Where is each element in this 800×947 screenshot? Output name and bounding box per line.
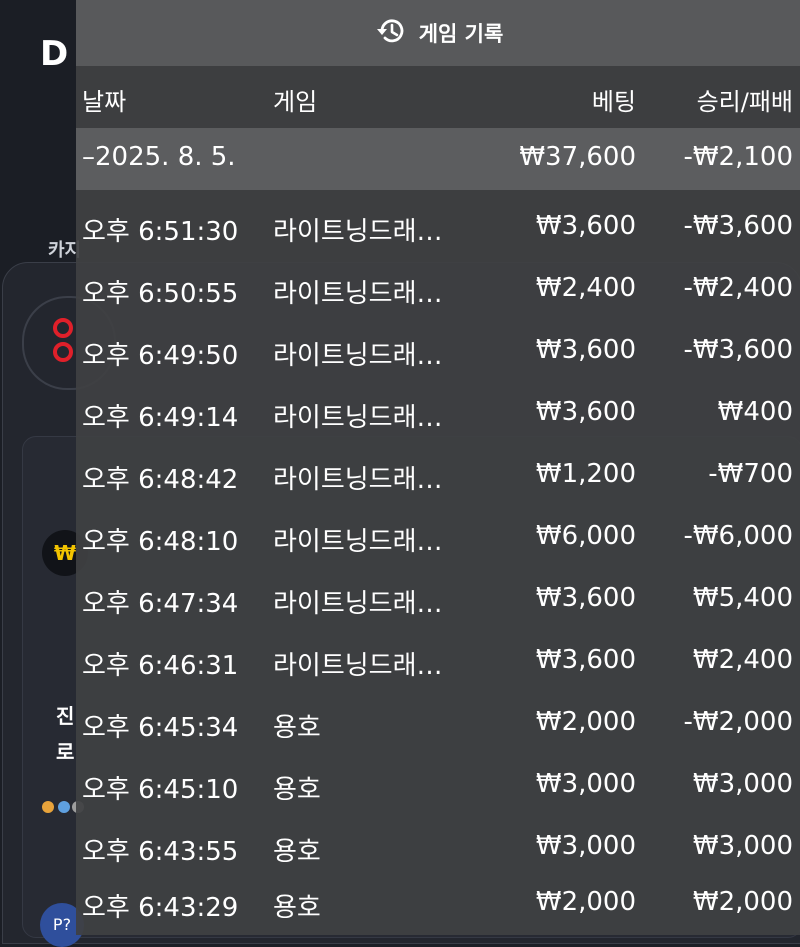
column-header-result: 승리/패배 xyxy=(696,88,793,116)
row-time: 오후 6:45:34 xyxy=(82,713,239,743)
table-row[interactable]: 오후 6:50:55 라이트닝드래… ₩2,400 -₩2,400 xyxy=(76,259,800,321)
row-time: 오후 6:43:55 xyxy=(82,837,239,867)
row-bet: ₩2,400 xyxy=(535,273,636,303)
row-result: ₩2,400 xyxy=(692,645,793,675)
table-row[interactable]: 오후 6:48:10 라이트닝드래… ₩6,000 -₩6,000 xyxy=(76,507,800,569)
row-result: ₩2,000 xyxy=(692,887,793,917)
table-row[interactable]: 오후 6:49:50 라이트닝드래… ₩3,600 -₩3,600 xyxy=(76,321,800,383)
row-time: 오후 6:47:34 xyxy=(82,589,239,619)
panel-title-bar: 게임 기록 xyxy=(76,0,800,66)
column-header-game: 게임 xyxy=(273,88,318,116)
row-bet: ₩3,000 xyxy=(535,769,636,799)
dot-icon xyxy=(42,801,54,813)
table-row[interactable]: 오후 6:47:34 라이트닝드래… ₩3,600 ₩5,400 xyxy=(76,569,800,631)
row-result: ₩400 xyxy=(717,397,793,427)
row-bet: ₩3,600 xyxy=(535,397,636,427)
row-game: 라이트닝드래… xyxy=(273,403,443,433)
row-game: 라이트닝드래… xyxy=(273,527,443,557)
row-game: 용호 xyxy=(273,713,321,743)
column-header-date: 날짜 xyxy=(82,88,127,116)
row-bet: ₩3,600 xyxy=(535,645,636,675)
row-result: ₩3,000 xyxy=(692,831,793,861)
row-game: 라이트닝드래… xyxy=(273,217,443,247)
panel-title: 게임 기록 xyxy=(418,22,504,46)
row-bet: ₩1,200 xyxy=(535,459,636,489)
row-bet: ₩6,000 xyxy=(535,521,636,551)
row-bet: ₩3,000 xyxy=(535,831,636,861)
row-time: 오후 6:43:29 xyxy=(82,893,239,923)
table-row[interactable]: 오후 6:45:10 용호 ₩3,000 ₩3,000 xyxy=(76,755,800,817)
row-result: -₩2,400 xyxy=(683,273,793,303)
row-result: ₩5,400 xyxy=(692,583,793,613)
row-result: -₩700 xyxy=(708,459,793,489)
badge-ring-icon xyxy=(53,342,73,362)
table-row[interactable]: 오후 6:49:14 라이트닝드래… ₩3,600 ₩400 xyxy=(76,383,800,445)
row-bet: ₩2,000 xyxy=(535,887,636,917)
summary-result: -₩2,100 xyxy=(683,142,793,172)
column-header-bet: 베팅 xyxy=(591,88,636,116)
table-header: 날짜 게임 베팅 승리/패배 xyxy=(76,66,800,128)
row-time: 오후 6:50:55 xyxy=(82,279,239,309)
row-bet: ₩3,600 xyxy=(535,335,636,365)
row-game: 라이트닝드래… xyxy=(273,589,443,619)
row-result: ₩3,000 xyxy=(692,769,793,799)
table-row[interactable]: 오후 6:46:31 라이트닝드래… ₩3,600 ₩2,400 xyxy=(76,631,800,693)
row-time: 오후 6:49:50 xyxy=(82,341,239,371)
app-logo[interactable]: D xyxy=(40,34,68,74)
row-bet: ₩3,600 xyxy=(535,583,636,613)
history-icon xyxy=(373,16,407,50)
game-history-panel: 게임 기록 날짜 게임 베팅 승리/패배 –2025. 8. 5. ₩37,60… xyxy=(76,0,800,935)
row-result: -₩3,600 xyxy=(683,211,793,241)
row-game: 용호 xyxy=(273,893,321,923)
row-game: 용호 xyxy=(273,775,321,805)
row-time: 오후 6:51:30 xyxy=(82,217,239,247)
row-time: 오후 6:48:42 xyxy=(82,465,239,495)
table-row[interactable]: 오후 6:43:29 용호 ₩2,000 ₩2,000 xyxy=(76,873,800,935)
table-row[interactable]: 오후 6:43:55 용호 ₩3,000 ₩3,000 xyxy=(76,817,800,879)
row-time: 오후 6:48:10 xyxy=(82,527,239,557)
row-game: 라이트닝드래… xyxy=(273,465,443,495)
row-time: 오후 6:45:10 xyxy=(82,775,239,805)
row-game: 라이트닝드래… xyxy=(273,651,443,681)
row-bet: ₩3,600 xyxy=(535,211,636,241)
row-game: 라이트닝드래… xyxy=(273,341,443,371)
card-text: 로 xyxy=(56,740,75,764)
summary-bet: ₩37,600 xyxy=(519,142,636,172)
row-game: 라이트닝드래… xyxy=(273,279,443,309)
row-bet: ₩2,000 xyxy=(535,707,636,737)
row-result: -₩2,000 xyxy=(683,707,793,737)
badge-ring-icon xyxy=(53,318,73,338)
table-row[interactable]: 오후 6:48:42 라이트닝드래… ₩1,200 -₩700 xyxy=(76,445,800,507)
table-row[interactable]: 오후 6:45:34 용호 ₩2,000 -₩2,000 xyxy=(76,693,800,755)
date-summary-row[interactable]: –2025. 8. 5. ₩37,600 -₩2,100 xyxy=(76,128,800,190)
summary-date: –2025. 8. 5. xyxy=(82,142,236,172)
row-result: -₩3,600 xyxy=(683,335,793,365)
dot-icon xyxy=(58,801,70,813)
row-result: -₩6,000 xyxy=(683,521,793,551)
table-row[interactable]: 오후 6:51:30 라이트닝드래… ₩3,600 -₩3,600 xyxy=(76,197,800,259)
row-time: 오후 6:49:14 xyxy=(82,403,239,433)
row-game: 용호 xyxy=(273,837,321,867)
row-time: 오후 6:46:31 xyxy=(82,651,239,681)
card-text: 진 xyxy=(56,704,75,728)
